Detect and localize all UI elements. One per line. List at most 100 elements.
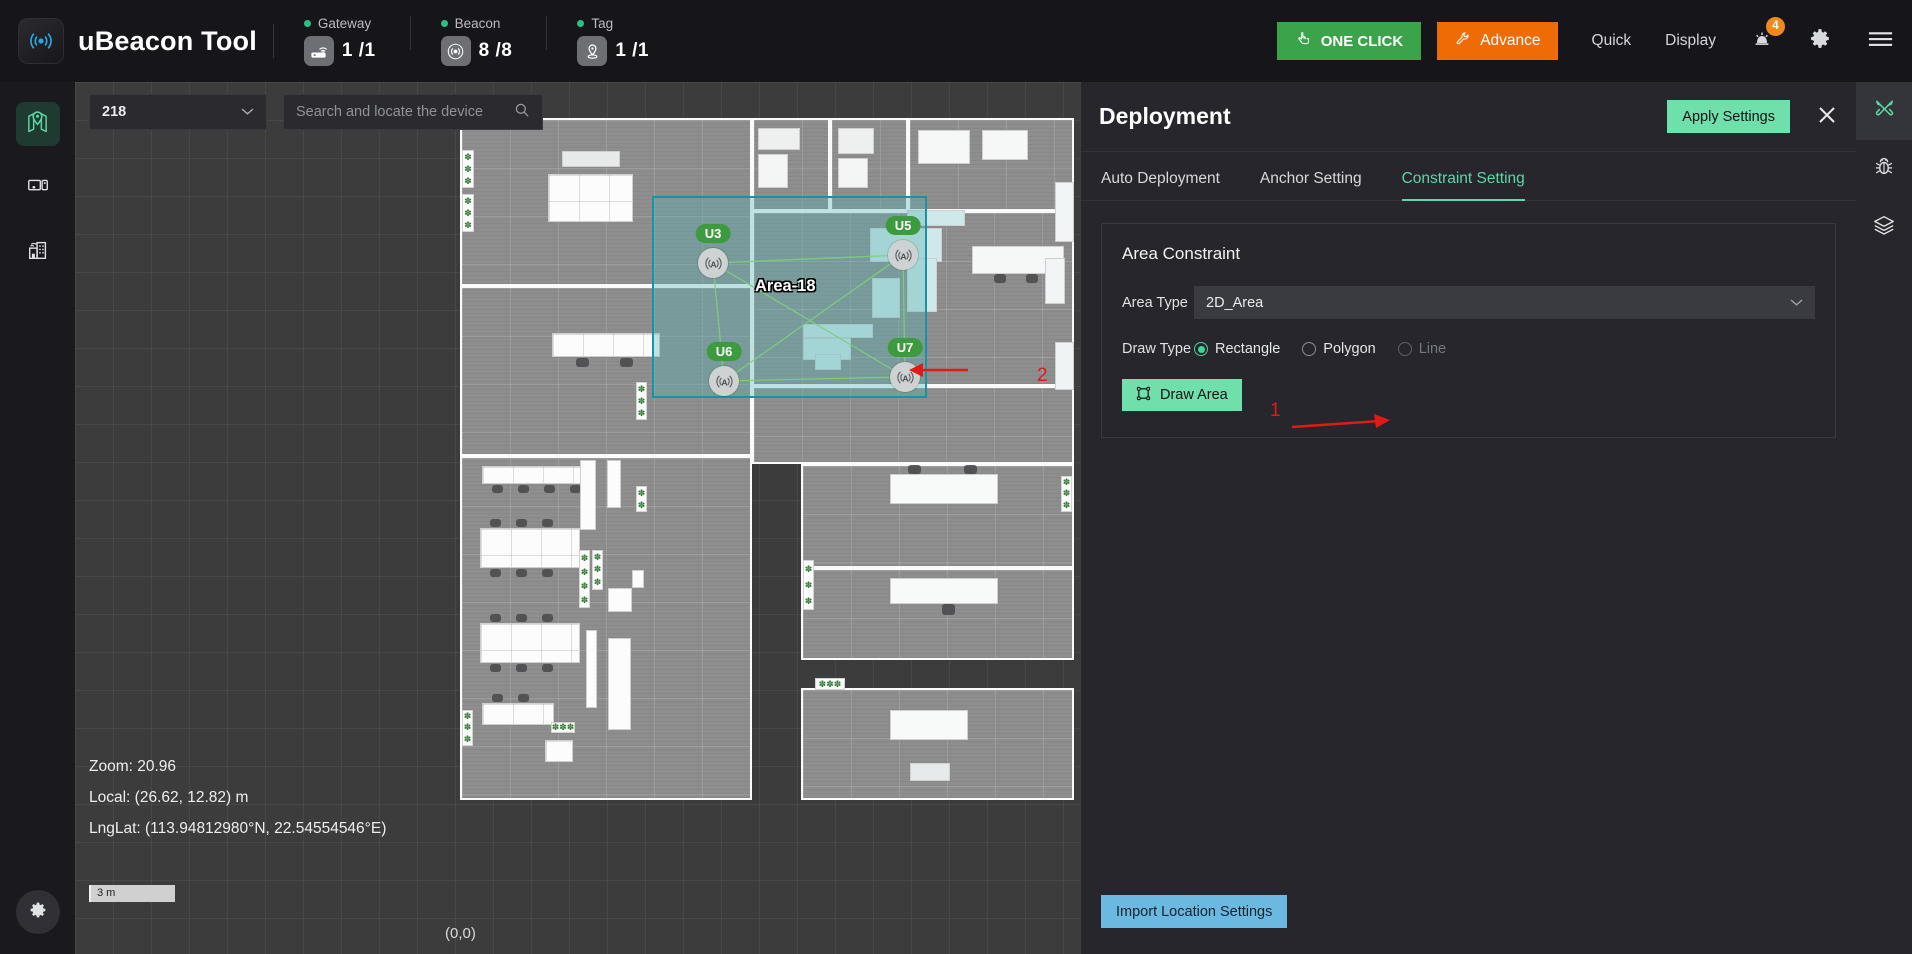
floorplan: ✽ ✽ ✽ ✽ ✽ ✽ ✽ ✽ ✽ ✽ ✽ ✽ ✽ ✽ ✽ ✽ ✽ ✽ ✽ ✽ …	[460, 118, 1074, 800]
furniture	[580, 460, 596, 530]
sidebar-item-buildings[interactable]	[16, 230, 60, 274]
radio-rectangle-label: Rectangle	[1215, 341, 1281, 357]
beacon-icon	[440, 36, 471, 66]
status-beacon: Beacon 8 /8	[427, 16, 527, 66]
svg-text:A: A	[900, 251, 906, 261]
apply-settings-button[interactable]: Apply Settings	[1667, 100, 1790, 133]
furniture	[608, 638, 631, 730]
anchor-beacon-icon: A	[888, 240, 918, 270]
plant-decor: ✽ ✽ ✽ ✽	[579, 550, 590, 608]
chair	[994, 274, 1006, 283]
chair	[518, 485, 529, 493]
tag-pin-icon	[577, 36, 608, 66]
chair	[542, 614, 553, 622]
hamburger-menu-button[interactable]	[1867, 28, 1894, 55]
area-label: Area-18	[755, 277, 816, 295]
sidebar-settings-button[interactable]	[15, 890, 60, 934]
chair	[576, 358, 589, 367]
panel-tabs: Auto Deployment Anchor Setting Constrain…	[1081, 152, 1856, 201]
furniture	[758, 154, 788, 188]
chair	[908, 465, 921, 474]
beacon-signal-icon	[28, 28, 54, 54]
furniture	[838, 158, 868, 188]
rail-item-debug[interactable]	[1856, 140, 1912, 198]
chevron-down-icon	[1790, 295, 1803, 311]
radio-disabled-icon	[1397, 342, 1412, 356]
annotation-arrow-1	[1291, 414, 1390, 429]
map-location-pin-icon	[25, 109, 50, 139]
status-value: 1 /1	[615, 40, 650, 61]
furniture	[918, 130, 970, 164]
import-location-settings-button[interactable]: Import Location Settings	[1101, 895, 1288, 928]
chevron-down-icon	[241, 104, 254, 120]
sidebar-item-map[interactable]	[15, 102, 60, 146]
tools-cross-icon	[1872, 96, 1897, 126]
anchor-beacon-icon: A	[709, 366, 739, 396]
furniture	[890, 710, 968, 740]
rail-item-tools[interactable]	[1856, 82, 1912, 140]
device-search-box[interactable]	[283, 94, 543, 130]
quick-menu-link[interactable]: Quick	[1592, 32, 1632, 50]
map-lnglat-readout: LngLat: (113.94812980°N, 22.54554546°E)	[89, 820, 387, 837]
status-label: Tag	[591, 16, 614, 31]
status-tag: Tag 1 /1	[563, 16, 663, 66]
status-dot	[440, 20, 448, 27]
tab-anchor-setting[interactable]: Anchor Setting	[1260, 170, 1362, 201]
divider	[272, 24, 274, 58]
anchor-node-U3[interactable]: U3 A	[695, 224, 731, 278]
chair	[490, 614, 501, 622]
search-input[interactable]	[296, 104, 514, 120]
furniture	[758, 128, 800, 150]
one-click-label: ONE CLICK	[1320, 32, 1404, 50]
settings-gear-icon	[27, 899, 49, 926]
gear-icon	[1808, 26, 1833, 56]
furniture	[586, 630, 597, 708]
furniture	[1055, 342, 1074, 390]
furniture	[890, 578, 998, 604]
one-click-button[interactable]: ONE CLICK	[1276, 22, 1422, 60]
chair	[518, 694, 529, 702]
area-type-select[interactable]: 2D_Area	[1194, 286, 1815, 319]
card-title: Area Constraint	[1122, 244, 1241, 263]
chair	[542, 664, 553, 672]
draw-area-button[interactable]: Draw Area	[1122, 379, 1242, 411]
anchor-beacon-icon: A	[698, 248, 728, 278]
settings-button[interactable]	[1808, 26, 1833, 56]
device-monitor-icon	[26, 174, 50, 203]
radio-rectangle[interactable]: Rectangle	[1194, 341, 1280, 357]
radio-line-label: Line	[1418, 341, 1447, 357]
radio-polygon[interactable]: Polygon	[1302, 341, 1376, 357]
radio-on-icon	[1194, 342, 1208, 356]
sidebar-item-devices[interactable]	[16, 166, 60, 210]
annotation-number-2: 2	[1037, 365, 1048, 386]
anchor-node-U5[interactable]: U5 A	[885, 216, 921, 270]
alarm-bell-button[interactable]: 4	[1750, 16, 1785, 56]
floor-select[interactable]: 218	[89, 94, 267, 130]
draw-type-row: Draw Type Rectangle Polygon Line	[1122, 341, 1815, 357]
plant-decor: ✽ ✽ ✽	[462, 710, 473, 746]
plant-decor: ✽ ✽ ✽	[592, 550, 603, 590]
panel-header: Deployment Apply Settings	[1081, 82, 1856, 152]
chair	[490, 569, 501, 577]
chair	[516, 569, 527, 577]
header-actions: ONE CLICK Advance Quick Display 4	[1276, 16, 1912, 60]
search-icon[interactable]	[514, 102, 530, 123]
hand-click-icon	[1295, 31, 1312, 52]
furniture	[562, 151, 620, 167]
chair	[620, 358, 633, 367]
rail-item-layers[interactable]	[1856, 198, 1912, 256]
chair	[516, 614, 527, 622]
draw-type-label: Draw Type	[1122, 341, 1192, 357]
tab-auto-deployment[interactable]: Auto Deployment	[1101, 170, 1220, 201]
advance-button[interactable]: Advance	[1437, 22, 1558, 60]
anchor-node-U6[interactable]: U6 A	[706, 342, 742, 396]
radio-off-icon	[1302, 342, 1317, 356]
wrench-icon	[1454, 30, 1471, 52]
status-gateway: Gateway 1 /1	[290, 16, 390, 66]
radio-line: Line	[1397, 341, 1447, 357]
chair	[544, 485, 555, 493]
map-canvas[interactable]: 218 Search and locate the device ✽ ✽ ✽ ✽…	[75, 82, 1081, 954]
tab-constraint-setting[interactable]: Constraint Setting	[1401, 170, 1525, 201]
display-menu-link[interactable]: Display	[1665, 32, 1716, 50]
close-panel-button[interactable]	[1816, 104, 1838, 129]
